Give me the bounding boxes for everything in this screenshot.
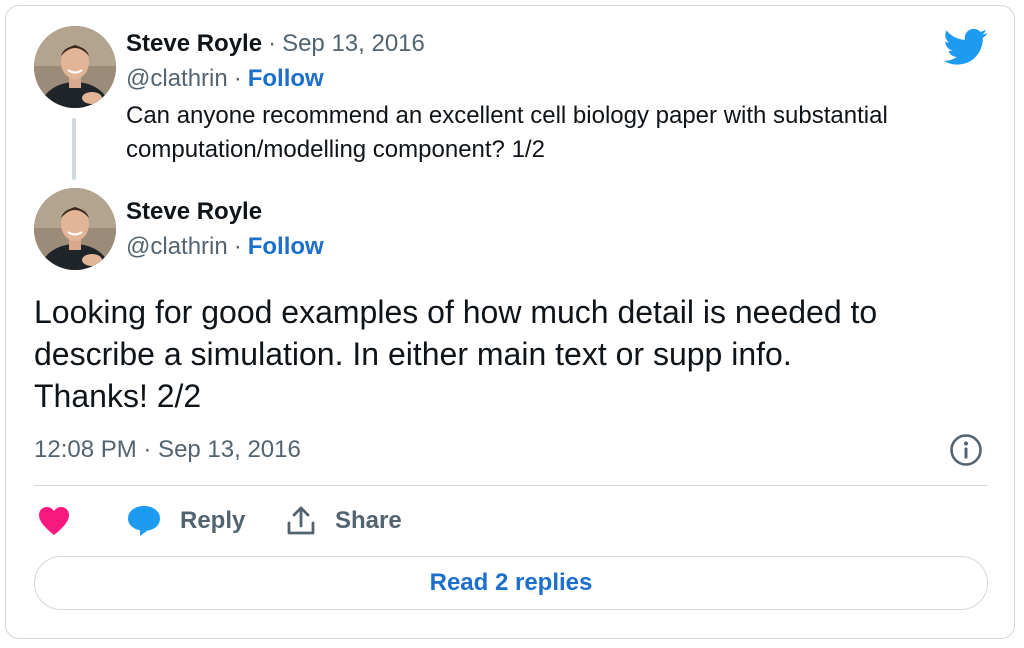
avatar[interactable] bbox=[34, 26, 116, 108]
tweet-date[interactable]: Sep 13, 2016 bbox=[282, 30, 425, 57]
like-button[interactable] bbox=[38, 503, 70, 539]
display-name[interactable]: Steve Royle bbox=[126, 30, 262, 57]
follow-link[interactable]: Follow bbox=[248, 65, 324, 92]
tweet-timestamp[interactable]: 12:08 PM · Sep 13, 2016 bbox=[34, 435, 301, 465]
separator-dot: · bbox=[233, 233, 242, 260]
display-name[interactable]: Steve Royle bbox=[126, 198, 262, 225]
read-replies-label: Read 2 replies bbox=[429, 569, 593, 596]
avatar[interactable] bbox=[34, 188, 116, 270]
thread-connector-line bbox=[72, 118, 76, 180]
tweet-text-line: Looking for good examples of how much de… bbox=[34, 294, 878, 330]
main-tweet-header: Steve Royle bbox=[126, 197, 262, 227]
separator-dot: · bbox=[233, 65, 242, 92]
avatar-photo bbox=[34, 188, 116, 270]
tweet-text-line: describe a simulation. In either main te… bbox=[34, 336, 792, 372]
twitter-bird-icon[interactable] bbox=[944, 28, 988, 66]
reply-tweet-header: Steve Royle · Sep 13, 2016 bbox=[126, 29, 425, 59]
read-replies-button[interactable]: Read 2 replies bbox=[34, 556, 988, 610]
avatar-photo bbox=[34, 26, 116, 108]
heart-icon bbox=[39, 507, 69, 535]
speech-bubble-icon bbox=[128, 506, 160, 536]
share-upload-icon bbox=[287, 506, 315, 535]
main-tweet-text: Looking for good examples of how much de… bbox=[34, 291, 984, 417]
user-handle[interactable]: @clathrin bbox=[126, 233, 228, 260]
divider bbox=[34, 485, 988, 486]
info-icon[interactable] bbox=[948, 432, 984, 468]
main-tweet-handle-row: @clathrin · Follow bbox=[126, 232, 324, 262]
reply-tweet-handle-row: @clathrin · Follow bbox=[126, 64, 324, 94]
reply-tweet-text: Can anyone recommend an excellent cell b… bbox=[126, 102, 888, 163]
reply-button[interactable]: Reply bbox=[126, 503, 245, 539]
share-label: Share bbox=[335, 507, 402, 534]
share-button[interactable]: Share bbox=[285, 503, 402, 539]
reply-label: Reply bbox=[180, 507, 246, 534]
follow-link[interactable]: Follow bbox=[248, 233, 324, 260]
user-handle[interactable]: @clathrin bbox=[126, 65, 228, 92]
tweet-text-line: Thanks! 2/2 bbox=[34, 378, 202, 414]
separator-dot: · bbox=[268, 30, 277, 57]
